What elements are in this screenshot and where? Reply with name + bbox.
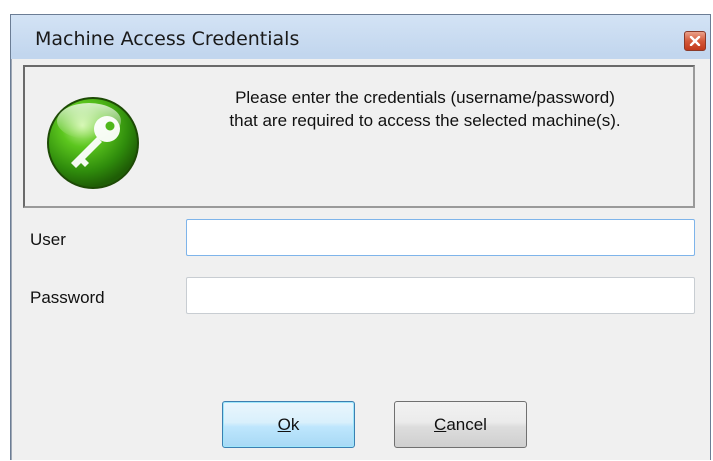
cancel-button[interactable]: Cancel xyxy=(394,401,527,448)
user-label: User xyxy=(30,230,66,249)
window-title: Machine Access Credentials xyxy=(35,28,300,50)
dialog-window: Machine Access Credentials Please enter … xyxy=(10,14,711,460)
message-line-1: Please enter the credentials (username/p… xyxy=(235,88,615,107)
message-line-2: that are required to access the selected… xyxy=(229,111,621,130)
ok-label-rest: k xyxy=(290,414,300,434)
title-bar[interactable]: Machine Access Credentials xyxy=(11,15,710,59)
cancel-label-rest: ancel xyxy=(446,414,487,434)
instruction-message: Please enter the credentials (username/p… xyxy=(165,86,685,132)
close-icon xyxy=(689,36,701,46)
password-label: Password xyxy=(30,288,105,307)
cancel-mnemonic: C xyxy=(434,414,447,434)
ok-mnemonic: O xyxy=(277,414,291,434)
info-panel: Please enter the credentials (username/p… xyxy=(23,65,695,208)
user-input[interactable] xyxy=(186,219,695,256)
password-input[interactable] xyxy=(186,277,695,314)
key-icon xyxy=(47,97,139,189)
close-button[interactable] xyxy=(684,31,706,51)
dialog-client-area: Please enter the credentials (username/p… xyxy=(11,59,710,460)
ok-button[interactable]: Ok xyxy=(222,401,355,448)
